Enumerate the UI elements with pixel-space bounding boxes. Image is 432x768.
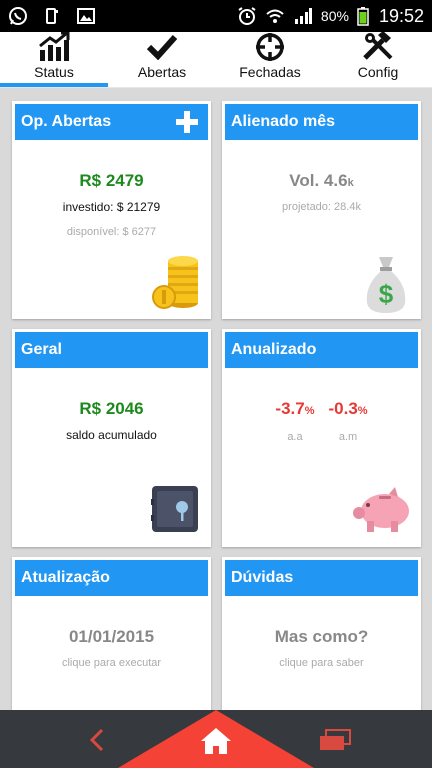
available-row: disponível: $ 6277: [12, 226, 211, 238]
card-header: Geral: [15, 332, 208, 368]
home-icon[interactable]: [198, 727, 234, 755]
card-op-abertas[interactable]: Op. Abertas R$ 2479 investido: $ 21279 d…: [12, 101, 211, 319]
card-title: Geral: [21, 341, 62, 358]
battery-percent: 80%: [320, 8, 349, 24]
card-title: Atualização: [21, 569, 110, 586]
card-header: Anualizado: [225, 332, 418, 368]
clock: 19:52: [378, 5, 424, 26]
image-icon: [77, 8, 95, 24]
tab-fechadas[interactable]: Fechadas: [216, 32, 324, 87]
invested-row: investido: $ 21279: [12, 200, 211, 214]
tab-label: Abertas: [137, 64, 187, 80]
battery-icon: [357, 7, 369, 26]
card-duvidas[interactable]: Dúvidas Mas como? clique para saber: [222, 557, 421, 710]
update-date: 01/01/2015: [68, 627, 155, 646]
card-header: Op. Abertas: [15, 104, 208, 140]
invested-label: investido:: [62, 200, 114, 214]
available-value: $ 6277: [122, 226, 157, 238]
bottom-navigation: [0, 710, 432, 768]
card-header: Alienado mês: [225, 104, 418, 140]
tab-label: Fechadas: [239, 64, 301, 80]
piggy-bank-icon: [353, 487, 409, 532]
card-geral[interactable]: Geral R$ 2046 saldo acumulado: [12, 329, 211, 547]
card-alienado[interactable]: Alienado mês Vol. 4.6k projetado: 28.4k …: [222, 101, 421, 319]
alarm-icon: [238, 7, 256, 25]
rate-annual-label: a.a: [287, 431, 303, 443]
card-header: Dúvidas: [225, 560, 418, 596]
chart-up-icon: [37, 32, 71, 62]
rate-annual: -3.7%: [275, 399, 315, 418]
card-title: Anualizado: [231, 341, 317, 358]
balance-value: R$ 2046: [79, 399, 144, 418]
card-title: Dúvidas: [231, 569, 294, 586]
card-title: Op. Abertas: [21, 113, 112, 130]
rates-row: -3.7% a.a -0.3% a.m: [222, 399, 421, 443]
help-question: Mas como?: [274, 627, 369, 646]
rate-monthly: -0.3%: [328, 399, 368, 418]
coins-icon: [152, 256, 198, 309]
invested-value: $ 21279: [116, 200, 161, 214]
recent-apps-icon[interactable]: [318, 728, 352, 752]
tools-icon: [361, 32, 395, 62]
svg-text:$: $: [379, 279, 394, 309]
tab-bar: Status Abertas Fechadas Config: [0, 32, 432, 88]
tab-config[interactable]: Config: [324, 32, 432, 87]
status-bar: 80% 19:52: [0, 0, 432, 32]
tab-label: Status: [34, 64, 74, 80]
help-caption: clique para saber: [279, 657, 364, 669]
signal-icon: [294, 8, 312, 24]
card-header: Atualização: [15, 560, 208, 596]
card-anualizado[interactable]: Anualizado -3.7% a.a -0.3% a.m: [222, 329, 421, 547]
check-icon: [145, 32, 179, 62]
update-caption: clique para executar: [61, 657, 162, 669]
available-label: disponível:: [66, 226, 120, 238]
dashboard-grid: Op. Abertas R$ 2479 investido: $ 21279 d…: [0, 88, 432, 710]
card-title: Alienado mês: [231, 113, 336, 130]
balance-caption: saldo acumulado: [66, 428, 157, 442]
projected-text: projetado: 28.4k: [282, 201, 361, 213]
crosshair-icon: [253, 32, 287, 62]
back-arrow-icon[interactable]: [82, 728, 112, 752]
tab-abertas[interactable]: Abertas: [108, 32, 216, 87]
add-icon[interactable]: [176, 111, 198, 133]
card-atualizacao[interactable]: Atualização 01/01/2015 clique para execu…: [12, 557, 211, 710]
whatsapp-icon: [9, 7, 27, 25]
tab-label: Config: [357, 64, 399, 80]
open-value: R$ 2479: [79, 171, 144, 190]
money-bag-icon: $: [366, 257, 406, 313]
tab-status[interactable]: Status: [0, 32, 108, 87]
phone-notification-icon: [46, 8, 58, 24]
rate-monthly-label: a.m: [338, 431, 358, 443]
safe-icon: [151, 486, 198, 532]
volume-value: Vol. 4.6k: [289, 171, 354, 190]
wifi-icon: [266, 9, 284, 23]
